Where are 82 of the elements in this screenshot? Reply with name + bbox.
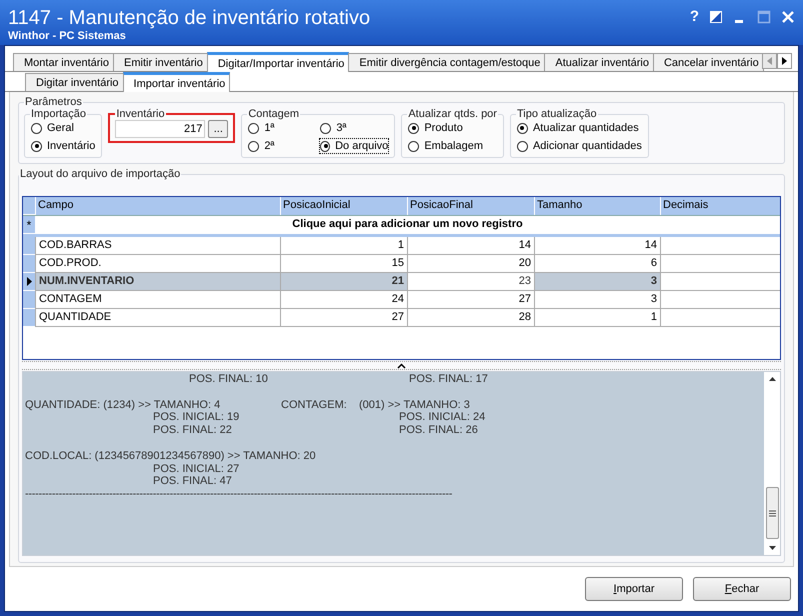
- current-row-icon: [26, 277, 32, 286]
- column-header[interactable]: Decimais: [660, 197, 780, 215]
- text-line: COD.LOCAL: (12345678901234567890) >> TAMANHO: 20: [25, 450, 316, 463]
- radio-option[interactable]: Do arquivo: [319, 138, 390, 154]
- tab[interactable]: Emitir divergência contagem/estoque: [348, 53, 546, 71]
- radio-option[interactable]: 2ª: [247, 138, 320, 154]
- table-cell: 27: [407, 291, 534, 309]
- window-subtitle: Winthor - PC Sistemas: [8, 30, 127, 43]
- group-title: Parâmetros: [24, 96, 83, 108]
- table-cell: NUM.INVENTARIO: [35, 273, 280, 291]
- table-cell: 14: [407, 237, 534, 255]
- close-icon[interactable]: [781, 10, 795, 24]
- vertical-scrollbar[interactable]: [764, 372, 780, 555]
- scroll-right-icon[interactable]: [777, 53, 792, 69]
- radio-option[interactable]: Inventário: [30, 138, 96, 154]
- group-title: Tipo atualização: [516, 108, 598, 120]
- column-header[interactable]: PosicaoInicial: [280, 197, 407, 215]
- table-row[interactable]: NUM.INVENTARIO 21 23 3: [23, 273, 780, 291]
- text-line: CONTAGEM: (001) >> TAMANHO: 3: [281, 398, 470, 412]
- window-title: 1147 - Manutenção de inventário rotativo: [8, 6, 370, 30]
- help-button[interactable]: ?: [690, 8, 699, 25]
- group-title: Importação: [30, 108, 88, 120]
- dialog-button[interactable]: Fechar: [693, 577, 791, 601]
- text-line: QUANTIDADE: (1234) >> TAMANHO: 4: [25, 398, 220, 412]
- table-cell: 1: [280, 237, 407, 255]
- tab[interactable]: Emitir inventário: [113, 53, 208, 71]
- text-line: POS. INICIAL: 27: [153, 462, 240, 476]
- table-row[interactable]: QUANTIDADE 27 28 1: [23, 309, 780, 327]
- grip-icon: [768, 510, 776, 516]
- tab[interactable]: Atualizar inventário: [544, 53, 654, 71]
- inventory-field[interactable]: 217: [115, 120, 206, 138]
- tab[interactable]: Importar inventário: [122, 72, 230, 92]
- radio-option[interactable]: 1ª: [247, 120, 320, 136]
- table-cell: COD.BARRAS: [35, 237, 280, 255]
- table-cell: 14: [534, 237, 660, 255]
- table-cell: CONTAGEM: [35, 291, 280, 309]
- dialog-button[interactable]: Importar: [585, 577, 683, 601]
- text-line: POS. FINAL: 26: [399, 424, 478, 437]
- scroll-up-icon[interactable]: [768, 376, 776, 382]
- text-line: POS. FINAL: 47: [153, 475, 232, 488]
- caret-up-icon[interactable]: [397, 362, 406, 368]
- browse-button[interactable]: ...: [208, 120, 228, 138]
- radio-option[interactable]: Produto: [407, 120, 498, 136]
- text-line: POS. FINAL: 22: [153, 424, 232, 437]
- table-cell: 21: [280, 273, 407, 291]
- radio-option[interactable]: Adicionar quantidades: [516, 138, 643, 154]
- text-line: POS. FINAL: 10: [189, 373, 268, 386]
- row-header[interactable]: [23, 273, 35, 291]
- table-cell: 24: [280, 291, 407, 309]
- column-header[interactable]: Campo: [35, 197, 280, 215]
- table-row[interactable]: COD.BARRAS 1 14 14: [23, 237, 780, 255]
- column-header[interactable]: Tamanho: [534, 197, 660, 215]
- text-line: POS. INICIAL: 19: [153, 411, 240, 424]
- add-record-row[interactable]: Clique aqui para adicionar um novo registro: [35, 216, 780, 234]
- table-cell: QUANTIDADE: [35, 309, 280, 327]
- table-cell: 3: [534, 273, 660, 291]
- table-cell: 28: [407, 309, 534, 327]
- tab[interactable]: Montar inventário: [13, 53, 114, 71]
- table-cell: 20: [407, 255, 534, 273]
- tab[interactable]: Digitar inventário: [25, 73, 124, 91]
- dashed-separator: -------------------------------------------------------------------------------------------------------------------------------: [25, 488, 452, 501]
- new-row-marker: *: [23, 216, 35, 234]
- table-cell: 27: [280, 309, 407, 327]
- radio-option[interactable]: Atualizar quantidades: [516, 120, 643, 136]
- table-row[interactable]: CONTAGEM 24 27 3: [23, 291, 780, 309]
- group-title: Atualizar qtds. por: [407, 108, 498, 120]
- tab[interactable]: Digitar/Importar inventário: [206, 52, 350, 72]
- column-header[interactable]: PosicaoFinal: [407, 197, 534, 215]
- contrast-icon[interactable]: [709, 10, 723, 24]
- text-line: POS. FINAL: 17: [409, 373, 488, 386]
- scrollbar-thumb[interactable]: [766, 487, 778, 539]
- group-title: Contagem: [247, 108, 300, 120]
- table-cell: 1: [534, 309, 660, 327]
- group-title: Layout do arquivo de importação: [19, 168, 182, 180]
- text-line: POS. INICIAL: 24: [399, 411, 486, 424]
- group-title: Inventário: [115, 108, 166, 120]
- radio-option[interactable]: 3ª: [319, 120, 390, 136]
- radio-option[interactable]: Embalagem: [407, 138, 498, 154]
- radio-option[interactable]: Geral: [30, 120, 96, 136]
- tab[interactable]: Cancelar inventário: [652, 53, 764, 71]
- scroll-down-icon[interactable]: [768, 545, 776, 551]
- table-cell: 3: [534, 291, 660, 309]
